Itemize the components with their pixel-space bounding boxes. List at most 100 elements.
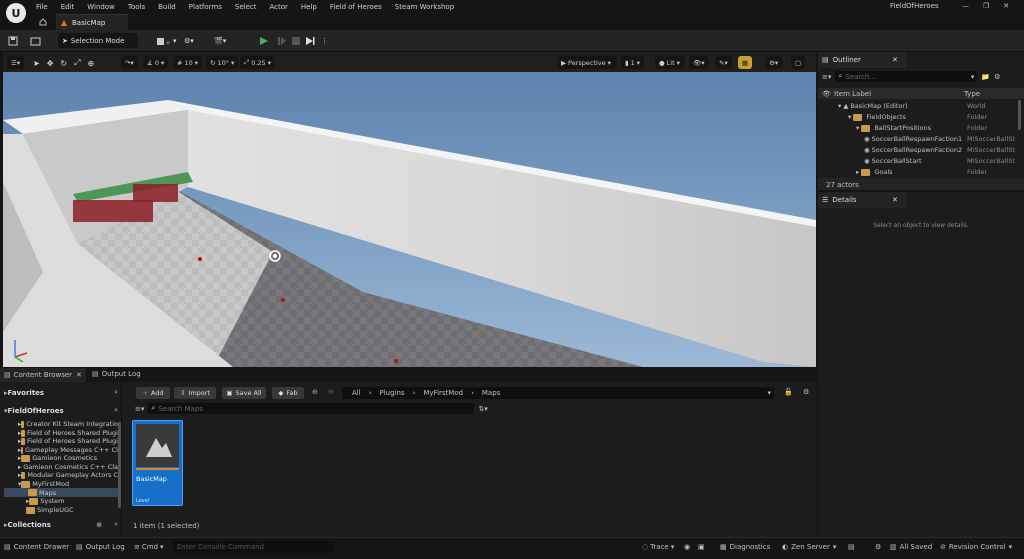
- close-outliner-icon[interactable]: ✕: [892, 56, 898, 64]
- tree-item[interactable]: ▸ Modular Gameplay Actors C: [18, 471, 118, 479]
- tab-details[interactable]: ☰ Details ✕: [818, 192, 906, 208]
- tab-outliner[interactable]: ▤ Outliner ✕: [818, 52, 906, 68]
- tree-item[interactable]: ▸ Field of Heroes Shared Plugi: [18, 437, 118, 445]
- rotation-snap-toggle[interactable]: ∡ 0 ▾: [143, 56, 169, 69]
- menu-platforms[interactable]: Platforms: [189, 3, 222, 11]
- menu-window[interactable]: Window: [87, 3, 115, 11]
- browse-icon[interactable]: [30, 34, 42, 48]
- close-content-browser-icon[interactable]: ✕: [76, 371, 82, 379]
- cmd-dropdown[interactable]: ≡ Cmd ▾: [134, 543, 164, 551]
- tab-content-browser[interactable]: ▤ Content Browser ✕: [0, 368, 86, 382]
- project-section[interactable]: ▾ FieldOfHeroes ⌕: [4, 406, 118, 415]
- tree-item[interactable]: ▾ MyFirstMod: [18, 480, 118, 488]
- maximize-viewport-icon[interactable]: ▢: [791, 56, 806, 69]
- derived-data-icon[interactable]: ⚙: [875, 543, 881, 551]
- breadcrumb-plugins[interactable]: Plugins: [380, 389, 405, 397]
- col-item-label[interactable]: Item Label: [834, 90, 871, 98]
- step-icon[interactable]: [277, 34, 287, 48]
- outliner-search[interactable]: ⌕ Search... ▾: [835, 71, 978, 82]
- import-button[interactable]: ⇩ Import: [174, 387, 216, 399]
- surface-snap-icon[interactable]: ↷▾: [121, 56, 138, 69]
- all-saved-button[interactable]: ▥ All Saved: [890, 543, 932, 551]
- home-icon[interactable]: [38, 16, 48, 28]
- cb-search[interactable]: ⌕ Search Maps: [148, 403, 475, 414]
- lock-icon[interactable]: 🔓: [784, 388, 793, 396]
- selection-mode-dropdown[interactable]: ➤ Selection Mode: [58, 33, 138, 48]
- move-tool-icon[interactable]: ✥: [47, 59, 54, 68]
- scale-snap-toggle[interactable]: ⤢ 0.25 ▾: [240, 56, 275, 69]
- viewport-options-icon[interactable]: ☰▾: [7, 56, 25, 69]
- diagnostics-button[interactable]: ▦ Diagnostics: [720, 543, 770, 551]
- select-tool-icon[interactable]: ➤: [33, 59, 40, 68]
- search-icon[interactable]: ⌕: [114, 520, 118, 529]
- fab-button[interactable]: ◆ Fab: [272, 387, 304, 399]
- outliner-search-input[interactable]: Search...: [845, 73, 876, 81]
- filter-icon[interactable]: ≡▾: [822, 73, 831, 81]
- chevron-down-icon[interactable]: ▾: [971, 73, 975, 81]
- add-button[interactable]: + Add: [136, 387, 170, 399]
- eject-icon[interactable]: [305, 34, 315, 48]
- list-item[interactable]: ▾ BallStartPositions Folder: [818, 123, 1024, 133]
- list-item[interactable]: ▾ ▲ BasicMap (Editor) World: [818, 101, 1024, 111]
- sort-icon[interactable]: ⇅▾: [478, 405, 487, 413]
- menu-edit[interactable]: Edit: [61, 3, 75, 11]
- play-icon[interactable]: [259, 34, 269, 48]
- content-drawer-button[interactable]: ▤ Content Drawer: [4, 543, 69, 551]
- level-viewport[interactable]: ☰▾ ➤ ✥ ↻ ⤢ ⊕ ↷▾ ∡ 0 ▾ #10 ▾ ↻ 10° ▾ ⤢ 0.25 ▾ ▶ P…: [3, 52, 816, 367]
- visibility-icon[interactable]: 👁: [822, 90, 831, 98]
- menu-tools[interactable]: Tools: [128, 3, 145, 11]
- favorites-section[interactable]: ▸ Favorites ⌕: [4, 388, 118, 397]
- lit-dropdown[interactable]: ● Lit ▾: [655, 56, 685, 69]
- close-icon[interactable]: ✕: [1003, 2, 1009, 10]
- menu-file[interactable]: File: [36, 3, 48, 11]
- play-options-icon[interactable]: ⋮: [321, 34, 328, 48]
- menu-help[interactable]: Help: [301, 3, 317, 11]
- menu-field-of-heroes[interactable]: Field of Heroes: [330, 3, 382, 11]
- screenshot-icon[interactable]: ▣: [698, 543, 705, 551]
- add-collection-icon[interactable]: ⊕: [96, 521, 102, 529]
- outliner-scrollbar[interactable]: [1018, 100, 1021, 130]
- forward-icon[interactable]: ⊖: [328, 388, 334, 396]
- blueprint-icon[interactable]: ⚙▾: [184, 34, 194, 48]
- unreal-logo-icon[interactable]: U: [6, 3, 26, 23]
- save-all-button[interactable]: ▣ Save All: [222, 387, 266, 399]
- rotate-tool-icon[interactable]: ↻: [60, 59, 67, 68]
- console-input[interactable]: Enter Console Command: [173, 541, 334, 553]
- add-folder-icon[interactable]: 📁: [981, 73, 990, 81]
- scale-tool-icon[interactable]: ⤢: [74, 58, 80, 68]
- breadcrumb-myfirstmod[interactable]: MyFirstMod: [423, 389, 463, 397]
- sources-scrollbar[interactable]: [118, 422, 121, 508]
- cinematics-icon[interactable]: 🎬▾: [214, 34, 226, 48]
- tab-basicmap[interactable]: BasicMap: [56, 14, 128, 30]
- menu-actor[interactable]: Actor: [270, 3, 288, 11]
- outliner-settings-icon[interactable]: ⚙: [994, 73, 1000, 81]
- trace-dropdown[interactable]: ◌ Trace ▾: [642, 543, 674, 551]
- add-actor-icon[interactable]: + ▾: [156, 34, 177, 48]
- maximize-icon[interactable]: ❐: [983, 2, 989, 10]
- revision-control-dropdown[interactable]: ⊘ Revision Control ▾: [940, 543, 1012, 551]
- menu-select[interactable]: Select: [235, 3, 257, 11]
- settings-icon[interactable]: ⚙▾: [765, 56, 783, 69]
- list-item[interactable]: ◉ SoccerBallRespawnFaction1 MiSoccerBallSt: [818, 134, 1024, 144]
- search-icon[interactable]: ⌕: [114, 406, 118, 415]
- menu-steam-workshop[interactable]: Steam Workshop: [395, 3, 454, 11]
- tab-output-log[interactable]: ▤ Output Log: [92, 370, 141, 378]
- show-icon[interactable]: 👁▾: [689, 56, 709, 69]
- tree-item[interactable]: ▸ Gamieon Cosmetics: [18, 454, 118, 462]
- breadcrumb-all[interactable]: All: [352, 389, 361, 397]
- search-icon[interactable]: ⌕: [114, 388, 118, 397]
- cb-settings-icon[interactable]: ⚙: [803, 388, 809, 396]
- tree-item-selected[interactable]: Maps: [4, 488, 118, 497]
- menu-build[interactable]: Build: [158, 3, 176, 11]
- list-item[interactable]: ▸ Goals Folder: [818, 167, 1024, 177]
- record-icon[interactable]: ◉: [684, 543, 690, 551]
- cb-search-input[interactable]: Search Maps: [158, 405, 203, 413]
- asset-tile-basicmap[interactable]: BasicMap Level: [132, 420, 183, 506]
- camera-speed-dropdown[interactable]: ▮ 1 ▾: [621, 56, 644, 69]
- collections-section[interactable]: ▸ Collections ⊕ ⌕: [4, 520, 118, 529]
- filter-icon[interactable]: ≡▾: [135, 405, 144, 413]
- grid-snap-toggle[interactable]: #10 ▾: [173, 56, 202, 69]
- zen-server-dropdown[interactable]: ◐ Zen Server ▾: [782, 543, 836, 551]
- notification-icon[interactable]: ▤: [848, 543, 855, 551]
- minimize-icon[interactable]: —: [962, 2, 969, 10]
